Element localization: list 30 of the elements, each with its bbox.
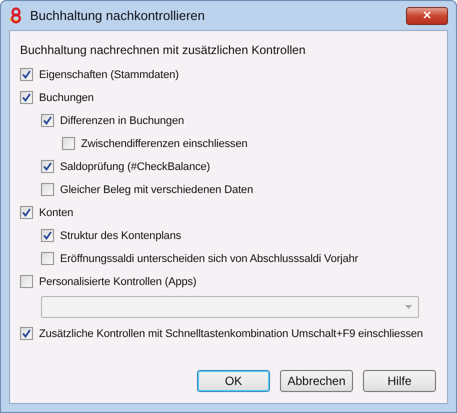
checkbox[interactable] bbox=[41, 114, 54, 127]
checkbox-label[interactable]: Struktur des Kontenplans bbox=[60, 230, 182, 242]
checkbox-label[interactable]: Konten bbox=[39, 206, 74, 218]
checkbox[interactable] bbox=[20, 91, 33, 104]
checkbox-label[interactable]: Eröffnungssaldi unterscheiden sich von Abschlusssaldi Vorjahr bbox=[60, 252, 358, 264]
checkbox[interactable] bbox=[41, 252, 54, 265]
dialog-button[interactable]: Hilfe bbox=[363, 370, 436, 392]
checkbox-label[interactable]: Zusätzliche Kontrollen mit Schnelltastenkombination Umschalt+F9 einschliessen bbox=[39, 328, 423, 340]
checkbox[interactable] bbox=[41, 229, 54, 242]
close-button[interactable]: ✕ bbox=[406, 6, 448, 24]
checkbox[interactable] bbox=[20, 206, 33, 219]
checkbox[interactable] bbox=[41, 160, 54, 173]
checkbox-label[interactable]: Eigenschaften (Stammdaten) bbox=[39, 68, 179, 80]
checkbox[interactable] bbox=[20, 327, 33, 340]
dialog-button[interactable]: Abbrechen bbox=[280, 370, 353, 392]
checkbox-label[interactable]: Zwischendifferenzen einschliessen bbox=[81, 138, 248, 150]
checkbox-label[interactable]: Gleicher Beleg mit verschiedenen Daten bbox=[60, 184, 254, 196]
caret-icon bbox=[405, 305, 412, 309]
app-logo-icon bbox=[7, 6, 25, 24]
checkbox-label[interactable]: Differenzen in Buchungen bbox=[60, 114, 184, 126]
dialog-button[interactable]: OK bbox=[197, 370, 270, 392]
checkbox[interactable] bbox=[41, 183, 54, 196]
checkbox[interactable] bbox=[20, 275, 33, 288]
checkbox[interactable] bbox=[62, 137, 75, 150]
checkbox-label[interactable]: Personalisierte Kontrollen (Apps) bbox=[39, 276, 197, 288]
checkbox[interactable] bbox=[20, 68, 33, 81]
window-title: Buchhaltung nachkontrollieren bbox=[30, 8, 206, 23]
checkbox-label[interactable]: Buchungen bbox=[39, 92, 94, 104]
checkbox-label[interactable]: Saldoprüfung (#CheckBalance) bbox=[60, 160, 210, 172]
intro-text: Buchhaltung nachrechnen mit zusätzlichen Kontrollen bbox=[20, 42, 307, 59]
